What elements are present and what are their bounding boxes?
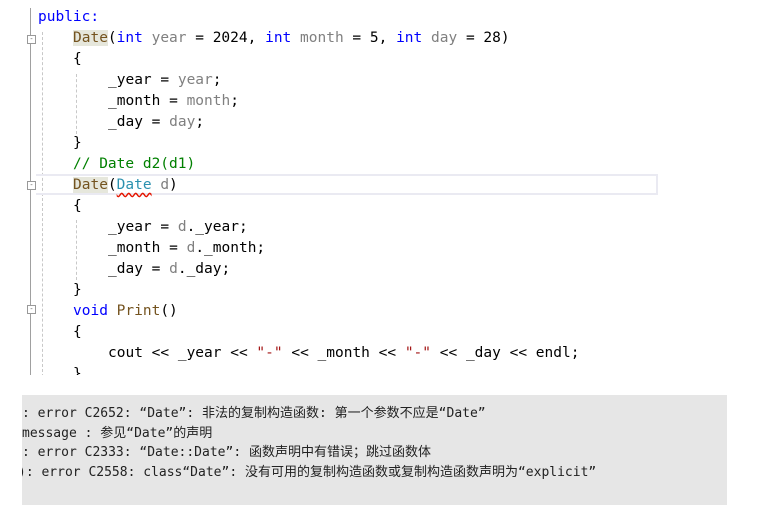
code-token: _year = xyxy=(108,219,178,235)
code-token: day xyxy=(431,30,458,46)
fold-toggle-print[interactable]: - xyxy=(27,305,36,314)
code-token: int xyxy=(396,30,423,46)
code-token: } xyxy=(73,282,82,298)
code-token: "-" xyxy=(404,345,432,361)
code-token: { xyxy=(73,198,82,214)
error-message-line[interactable]: : error C2652: “Date”: 非法的复制构造函数: 第一个参数不… xyxy=(22,404,486,423)
code-token: = 2024, xyxy=(186,30,266,46)
indent-guide xyxy=(76,74,77,134)
code-token: { xyxy=(73,324,82,340)
code-token: int xyxy=(116,30,143,46)
code-token: _day = xyxy=(108,261,170,277)
code-line[interactable]: _month = d._month; xyxy=(108,238,265,259)
code-token: "-" xyxy=(256,345,283,361)
code-token: _month = xyxy=(108,240,187,256)
code-token: _day = xyxy=(108,114,170,130)
code-token: year xyxy=(151,30,187,46)
code-token: _year = xyxy=(108,72,178,88)
code-line[interactable]: cout << _year << "-" << _month << "-" <<… xyxy=(108,343,579,364)
outline-margin xyxy=(30,8,31,375)
code-token: ._month; xyxy=(195,240,266,256)
code-token: ; xyxy=(195,114,205,130)
code-token: << _day << endl; xyxy=(431,345,580,361)
error-output-panel: : error C2652: “Date”: 非法的复制构造函数: 第一个参数不… xyxy=(22,395,727,505)
indent-guide xyxy=(42,32,43,375)
error-message-line[interactable]: message : 参见“Date”的声明 xyxy=(22,424,212,443)
code-line[interactable]: { xyxy=(73,49,82,70)
code-token: month xyxy=(186,93,231,109)
code-token: ) xyxy=(169,177,178,193)
error-message-line[interactable]: ): error C2558: class“Date”: 没有可用的复制构造函数… xyxy=(22,463,596,482)
code-line[interactable]: Date(Date d) xyxy=(73,175,178,196)
code-line[interactable]: _day = d._day; xyxy=(108,259,230,280)
code-token: } xyxy=(73,366,82,375)
code-line[interactable]: _year = d._year; xyxy=(108,217,248,238)
code-line[interactable]: { xyxy=(73,322,82,343)
code-token: Print xyxy=(116,303,161,319)
code-token: = 5, xyxy=(343,30,397,46)
code-line[interactable]: Date(int year = 2024, int month = 5, int… xyxy=(73,28,510,49)
code-token: Date xyxy=(73,177,108,193)
code-token: d xyxy=(169,261,178,277)
code-token: ; xyxy=(212,72,222,88)
code-line[interactable]: _day = day; xyxy=(108,112,204,133)
fold-toggle-constructor[interactable]: - xyxy=(27,35,36,44)
fold-toggle-copy-constructor[interactable]: - xyxy=(27,181,36,190)
code-token: << _month << xyxy=(282,345,405,361)
code-line[interactable]: _year = year; xyxy=(108,70,222,91)
code-token: public: xyxy=(38,9,100,25)
code-token: ._year; xyxy=(186,219,248,235)
code-token: int xyxy=(265,30,292,46)
code-token: ; xyxy=(230,93,239,109)
code-line[interactable]: { xyxy=(73,196,82,217)
code-token: month xyxy=(300,30,344,46)
code-token: day xyxy=(169,114,196,130)
code-token: { xyxy=(73,51,82,67)
code-token: ( xyxy=(107,30,117,46)
code-token: d xyxy=(177,219,187,235)
code-token: _month = xyxy=(108,93,187,109)
code-token: = 28) xyxy=(457,30,510,46)
code-token: d xyxy=(160,177,170,193)
code-token: d xyxy=(186,240,196,256)
code-token: Date xyxy=(116,177,152,193)
code-token: Date xyxy=(73,30,108,46)
code-token: ._day; xyxy=(177,261,231,277)
code-token: ( xyxy=(107,177,117,193)
code-line[interactable]: } xyxy=(73,280,82,301)
code-token: void xyxy=(73,303,108,319)
code-token: } xyxy=(73,135,82,151)
code-line[interactable]: } xyxy=(73,364,82,375)
code-token: year xyxy=(177,72,213,88)
error-message-line[interactable]: : error C2333: “Date::Date”: 函数声明中有错误；跳过… xyxy=(22,443,431,462)
code-line[interactable]: } xyxy=(73,133,82,154)
code-line[interactable]: void Print() xyxy=(73,301,178,322)
code-line[interactable]: public: xyxy=(38,7,99,28)
code-editor[interactable]: - - - public: Date(int year = 2024, int m… xyxy=(0,0,777,375)
code-line[interactable]: // Date d2(d1) xyxy=(73,154,195,175)
code-token: cout << _year << xyxy=(108,345,257,361)
indent-guide xyxy=(76,220,77,280)
code-line[interactable]: _month = month; xyxy=(108,91,239,112)
code-token: // Date d2(d1) xyxy=(73,156,196,172)
code-token: () xyxy=(160,303,178,319)
